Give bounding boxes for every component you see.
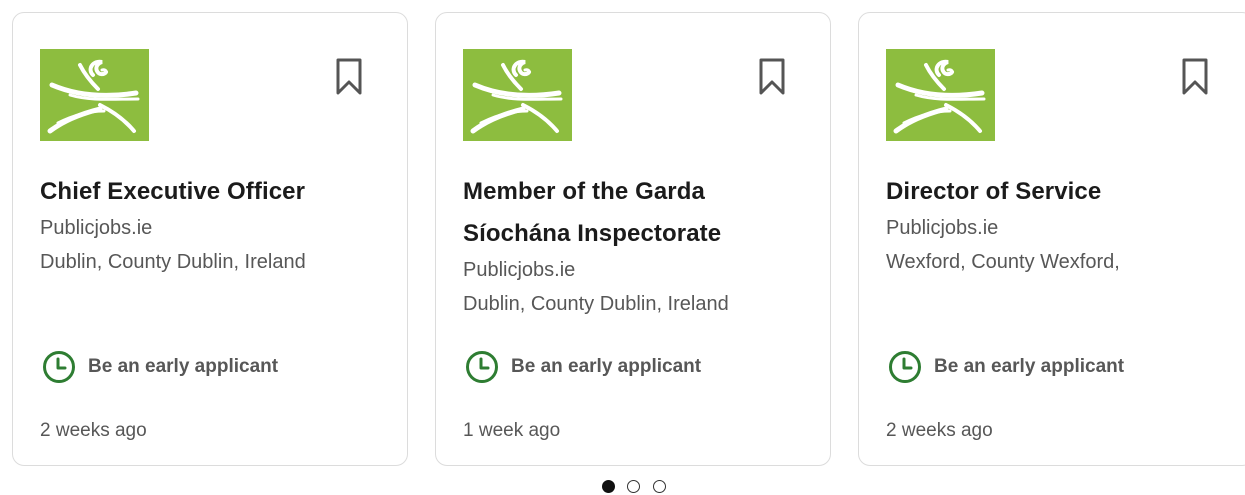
posted-time: 2 weeks ago	[886, 420, 993, 441]
company-logo	[40, 49, 149, 141]
bookmark-icon[interactable]	[1179, 57, 1211, 97]
job-card[interactable]: Chief Executive Officer Publicjobs.ie Du…	[12, 12, 408, 466]
job-card[interactable]: Director of Service Publicjobs.ie Wexfor…	[858, 12, 1245, 466]
clock-icon	[43, 351, 75, 383]
company-name: Publicjobs.ie	[40, 217, 153, 239]
early-applicant-insight: Be an early applicant	[888, 350, 1124, 384]
bookmark-icon[interactable]	[333, 57, 365, 97]
job-location: Dublin, County Dublin, Ireland	[40, 251, 306, 273]
early-applicant-insight: Be an early applicant	[42, 350, 278, 384]
pagination-dot-3[interactable]	[653, 480, 666, 493]
job-location: Dublin, County Dublin, Ireland	[463, 293, 729, 315]
early-applicant-insight: Be an early applicant	[465, 350, 701, 384]
clock-icon	[889, 351, 921, 383]
insight-label: Be an early applicant	[934, 356, 1125, 377]
job-location: Wexford, County Wexford,	[886, 251, 1120, 273]
job-title[interactable]: Member of the Garda Síochána Inspectorat…	[463, 171, 808, 255]
posted-time: 1 week ago	[463, 420, 561, 441]
job-card[interactable]: Member of the Garda Síochána Inspectorat…	[435, 12, 831, 466]
company-name: Publicjobs.ie	[886, 217, 999, 239]
insight-label: Be an early applicant	[511, 356, 702, 377]
job-cards-carousel: Chief Executive Officer Publicjobs.ie Du…	[0, 0, 1245, 495]
company-logo	[886, 49, 995, 141]
insight-label: Be an early applicant	[88, 356, 279, 377]
pagination-dot-1[interactable]	[602, 480, 615, 493]
clock-icon	[466, 351, 498, 383]
pagination-dot-2[interactable]	[627, 480, 640, 493]
company-name: Publicjobs.ie	[463, 259, 576, 281]
bookmark-icon[interactable]	[756, 57, 788, 97]
company-logo	[463, 49, 572, 141]
carousel-pagination	[0, 480, 1245, 494]
job-title[interactable]: Chief Executive Officer	[40, 171, 385, 213]
job-title[interactable]: Director of Service	[886, 171, 1231, 213]
posted-time: 2 weeks ago	[40, 420, 147, 441]
